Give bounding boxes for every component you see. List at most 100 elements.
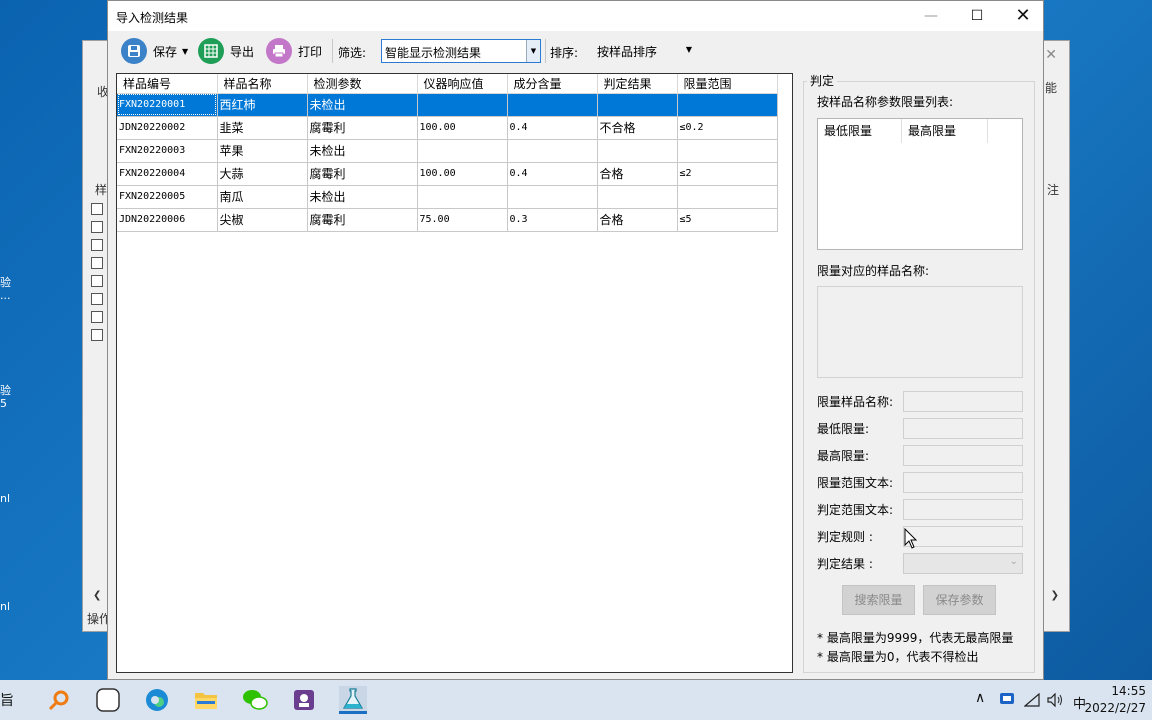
cell-result [597, 139, 678, 163]
cell-sample-name: 尖椒 [217, 208, 308, 232]
checkbox[interactable] [91, 293, 103, 305]
cell-sample-id: JDN20220002 [117, 116, 218, 140]
column-header-limit[interactable]: 限量范围 [677, 74, 778, 94]
sample-name-label: 限量样品名称: [817, 395, 894, 409]
cell-result: 合格 [597, 208, 678, 232]
judge-text-label: 判定范围文本: [817, 503, 894, 517]
volume-icon[interactable] [1047, 692, 1065, 710]
checkbox[interactable] [91, 329, 103, 341]
cell-sample-name: 大蒜 [217, 162, 308, 186]
checkbox[interactable] [91, 239, 103, 251]
toolbar: 保存 ▼ 导出 打印 筛选: 智能显示检测结果 ▼ 排序: 按样品排序 ▼ [108, 31, 1043, 71]
table-row[interactable]: FXN20220003 苹果 未检出 [117, 139, 778, 163]
results-table[interactable]: 样品编号 样品名称 检测参数 仪器响应值 成分含量 判定结果 限量范围 FXN2… [116, 73, 793, 673]
save-button[interactable]: 保存 ▼ [121, 37, 188, 65]
judge-result-select[interactable]: ⌄ [903, 553, 1023, 574]
cell-sample-name: 西红柿 [217, 93, 308, 117]
column-header-sample-name[interactable]: 样品名称 [217, 74, 308, 94]
wechat-icon[interactable] [241, 686, 269, 714]
maximize-button[interactable]: ☐ [954, 1, 1000, 31]
checkbox[interactable] [91, 221, 103, 233]
limit-list-col-max[interactable]: 最高限量 [902, 119, 988, 143]
save-label: 保存 [153, 44, 178, 59]
desktop-icon-label-1[interactable]: 验... [0, 276, 11, 302]
column-header-sample-id[interactable]: 样品编号 [117, 74, 218, 94]
cell-limit [677, 139, 778, 163]
cell-sample-id: FXN20220001 [117, 93, 218, 117]
teams-icon[interactable] [290, 686, 318, 714]
judge-rule-field[interactable] [903, 526, 1023, 547]
save-params-button[interactable]: 保存参数 [923, 585, 996, 615]
max-limit-field[interactable] [903, 445, 1023, 466]
desktop-icon-label-4[interactable]: nl [0, 600, 10, 613]
system-clock[interactable]: 14:55 2022/2/27 [1084, 683, 1146, 717]
cell-content [507, 139, 598, 163]
note-max-9999: * 最高限量为9999，代表无最高限量 [817, 631, 1014, 645]
file-explorer-icon[interactable] [192, 686, 220, 714]
column-header-test-param[interactable]: 检测参数 [307, 74, 418, 94]
min-limit-label: 最低限量: [817, 422, 870, 436]
table-header-row: 样品编号 样品名称 检测参数 仪器响应值 成分含量 判定结果 限量范围 [117, 74, 778, 94]
export-label: 导出 [230, 44, 255, 59]
cell-content: 0.4 [507, 116, 598, 140]
background-close-icon[interactable]: ✕ [1045, 47, 1057, 63]
task-view-icon[interactable] [94, 686, 122, 714]
checkbox[interactable] [91, 275, 103, 287]
cell-content [507, 93, 598, 117]
cell-sample-name: 苹果 [217, 139, 308, 163]
print-label: 打印 [298, 44, 323, 59]
results-grid: 样品编号 样品名称 检测参数 仪器响应值 成分含量 判定结果 限量范围 FXN2… [117, 74, 778, 232]
print-button[interactable]: 打印 [266, 37, 322, 65]
judge-text-field[interactable] [903, 499, 1023, 520]
checkbox[interactable] [91, 203, 103, 215]
cell-limit: ≤5 [677, 208, 778, 232]
security-shield-icon[interactable] [996, 688, 1018, 710]
cell-sample-id: JDN20220006 [117, 208, 218, 232]
filter-select[interactable]: 智能显示检测结果 ▼ [381, 39, 541, 63]
search-limit-button[interactable]: 搜索限量 [842, 585, 915, 615]
min-limit-field[interactable] [903, 418, 1023, 439]
scroll-left-icon[interactable]: ❮ [93, 590, 101, 601]
background-tab-fragment-right[interactable]: 能 [1045, 79, 1057, 96]
search-icon[interactable] [45, 686, 73, 714]
checkbox[interactable] [91, 257, 103, 269]
cell-sample-name: 南瓜 [217, 185, 308, 209]
printer-icon [266, 38, 292, 64]
scroll-right-icon[interactable]: ❯ [1051, 590, 1059, 601]
table-row[interactable]: FXN20220004 大蒜 腐霉利 100.00 0.4 合格 ≤2 [117, 162, 778, 186]
sample-name-field[interactable] [903, 391, 1023, 412]
chevron-down-icon[interactable]: ▼ [182, 47, 188, 56]
cell-response [417, 185, 508, 209]
limit-list-col-min[interactable]: 最低限量 [818, 119, 902, 143]
checkbox[interactable] [91, 311, 103, 323]
column-header-result[interactable]: 判定结果 [597, 74, 678, 94]
close-button[interactable]: ✕ [1000, 1, 1046, 31]
table-row[interactable]: FXN20220001 西红柿 未检出 [117, 93, 778, 117]
table-row[interactable]: FXN20220005 南瓜 未检出 [117, 185, 778, 209]
chevron-down-icon[interactable]: ▼ [526, 40, 540, 62]
show-hidden-icons[interactable]: ∧ [975, 690, 985, 706]
chevron-down-icon[interactable]: ▼ [686, 45, 692, 54]
cell-test-param: 未检出 [307, 185, 418, 209]
sort-select-value: 按样品排序 [597, 45, 658, 59]
taskbar: 旨 ∧ 中 14:55 2022/2/27 [0, 680, 1152, 720]
desktop-icon-label-2[interactable]: 验5 [0, 384, 11, 410]
column-header-content[interactable]: 成分含量 [507, 74, 598, 94]
network-icon[interactable] [1023, 692, 1040, 710]
mouse-cursor-icon [904, 528, 918, 549]
edge-browser-icon[interactable] [143, 686, 171, 714]
lab-app-icon[interactable] [339, 686, 367, 714]
judgement-panel-title: 判定 [807, 72, 838, 89]
table-row[interactable]: JDN20220006 尖椒 腐霉利 75.00 0.3 合格 ≤5 [117, 208, 778, 232]
taskbar-fragment[interactable]: 旨 [0, 690, 14, 710]
column-header-response[interactable]: 仪器响应值 [417, 74, 508, 94]
limit-list[interactable]: 最低限量 最高限量 [817, 118, 1023, 250]
limit-list-label: 按样品名称参数限量列表: [817, 95, 954, 109]
table-row[interactable]: JDN20220002 韭菜 腐霉利 100.00 0.4 不合格 ≤0.2 [117, 116, 778, 140]
sample-names-box[interactable] [817, 286, 1023, 378]
export-button[interactable]: 导出 [198, 37, 254, 65]
desktop-icon-label-3[interactable]: nl [0, 492, 10, 505]
minimize-button[interactable]: — [908, 1, 954, 31]
sort-select[interactable]: 按样品排序 ▼ [594, 39, 692, 63]
limit-text-field[interactable] [903, 472, 1023, 493]
